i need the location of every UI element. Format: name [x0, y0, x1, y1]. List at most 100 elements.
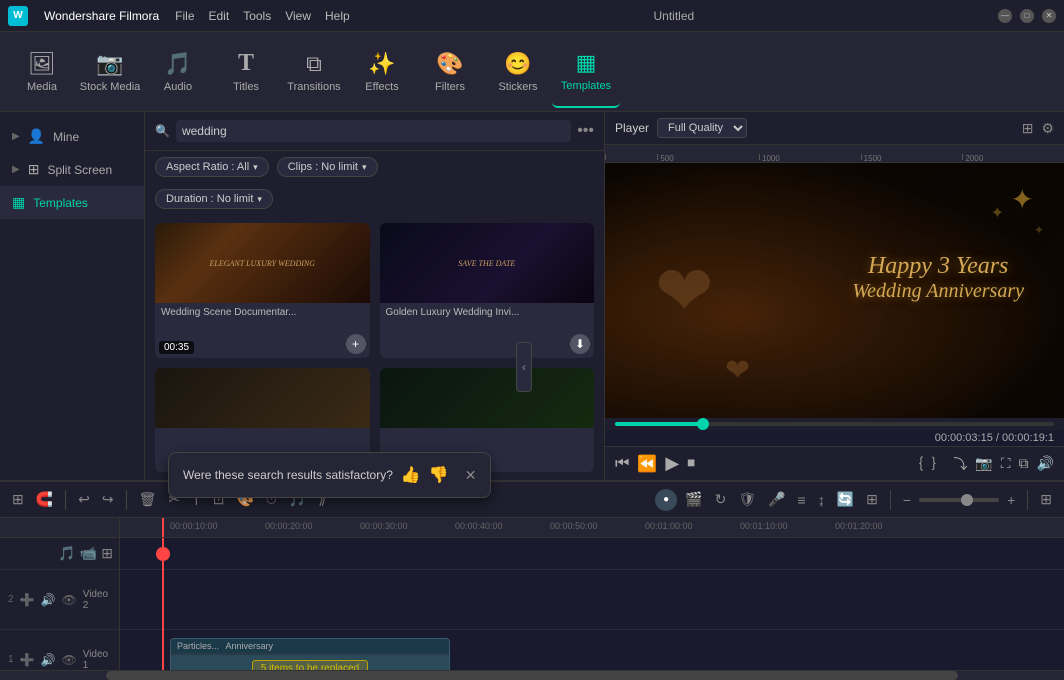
- tool-titles[interactable]: T Titles: [212, 36, 280, 108]
- tool-media[interactable]: 🖼 Media: [8, 36, 76, 108]
- add-track-more[interactable]: ⊞: [101, 545, 113, 562]
- menu-edit[interactable]: Edit: [209, 9, 230, 23]
- mark-in-button[interactable]: ｛: [909, 454, 923, 474]
- tool-effects[interactable]: ✨ Effects: [348, 36, 416, 108]
- progress-handle[interactable]: [697, 418, 709, 430]
- ruler-time-6: 00:01:00:00: [645, 521, 693, 531]
- tool-transitions[interactable]: ⧉ Transitions: [280, 36, 348, 108]
- timeline-btn-6[interactable]: ≡: [794, 490, 810, 510]
- duration-filter[interactable]: Duration : No limit ▾: [155, 189, 273, 209]
- volume-button[interactable]: 🔊: [1037, 454, 1054, 474]
- tool-audio[interactable]: 🎵 Audio: [144, 36, 212, 108]
- maximize-button[interactable]: □: [1020, 9, 1034, 23]
- timeline-scrollbar[interactable]: [0, 670, 1064, 680]
- sidebar-item-mine[interactable]: ▶ 👤 Mine: [0, 120, 144, 153]
- template-title-1: Wedding Scene Documentar...: [155, 303, 370, 322]
- timeline-btn-4[interactable]: 🛡: [734, 489, 760, 510]
- ruler-left: [0, 518, 120, 537]
- mark-out-button[interactable]: ｝: [931, 454, 945, 474]
- window-title: Untitled: [366, 9, 982, 23]
- search-input[interactable]: [176, 120, 571, 142]
- rewind-button[interactable]: ⏪: [637, 453, 657, 474]
- sidebar-item-templates[interactable]: ▦ Templates: [0, 186, 144, 219]
- play-button[interactable]: ▶: [665, 453, 679, 474]
- sidebar-item-split-label: Split Screen: [47, 163, 112, 177]
- tool-templates[interactable]: ▦ Templates: [552, 36, 620, 108]
- menu-file[interactable]: File: [175, 9, 194, 23]
- clips-filter[interactable]: Clips : No limit ▾: [277, 157, 378, 177]
- tracks-area: 🎵 📹 ⊞ 2 ➕ 🔊 👁 Video 2 1 ➕ 🔊 👁: [0, 538, 1064, 670]
- timeline: ⊞ 🧲 ↩ ↪ 🗑 ✂ T ⊡ 🎨 ⏱ 🎵 ⟫ ● 🎬 ↻ 🛡 🎤 ≡ ↨ 🔄 …: [0, 480, 1064, 680]
- pip-button[interactable]: ⧉: [1019, 454, 1029, 474]
- ruler-right: 00:00:10:00 00:00:20:00 00:00:30:00 00:0…: [120, 518, 1064, 537]
- tool-stickers[interactable]: 😊 Stickers: [484, 36, 552, 108]
- panel-collapse-button[interactable]: ‹: [516, 342, 532, 392]
- feedback-close-button[interactable]: ✕: [465, 467, 477, 484]
- step-back-button[interactable]: ⏮: [615, 453, 629, 474]
- template-card-1[interactable]: ELEGANT LUXURY WEDDING 00:35 + Wedding S…: [155, 223, 370, 358]
- quality-select[interactable]: Full Quality: [657, 118, 747, 138]
- delete-button[interactable]: 🗑: [135, 489, 161, 510]
- zoom-in-button[interactable]: +: [1003, 490, 1019, 510]
- timeline-magnet-button[interactable]: 🧲: [32, 489, 57, 510]
- track1-add[interactable]: ➕: [20, 653, 35, 667]
- track-header-row: [120, 538, 1064, 570]
- thumbup-button[interactable]: 👍: [401, 465, 421, 485]
- timeline-btn-3[interactable]: ↻: [711, 489, 731, 510]
- time-separator: /: [993, 432, 1002, 444]
- video-clip[interactable]: Particles... Anniversary 5 items to be r…: [170, 638, 450, 670]
- close-button[interactable]: ✕: [1042, 9, 1056, 23]
- progress-fill: [615, 422, 703, 426]
- add-audio-track[interactable]: 🎵: [58, 545, 75, 562]
- timeline-btn-5[interactable]: 🎤: [764, 489, 789, 510]
- zoom-slider[interactable]: [919, 498, 999, 502]
- menu-view[interactable]: View: [285, 9, 311, 23]
- aspect-ratio-label: Aspect Ratio : All: [166, 161, 249, 173]
- scrollbar-thumb[interactable]: [106, 671, 957, 680]
- timeline-ruler: 00:00:10:00 00:00:20:00 00:00:30:00 00:0…: [0, 518, 1064, 538]
- current-time: 00:00:03:15: [935, 432, 993, 444]
- grid-layout-button[interactable]: ⊞: [1036, 489, 1056, 510]
- add-video-track[interactable]: 📹: [80, 545, 97, 562]
- menu-tools[interactable]: Tools: [243, 9, 271, 23]
- track1-mute[interactable]: 🔊: [41, 653, 56, 667]
- zoom-out-button[interactable]: −: [899, 490, 915, 510]
- progress-bar[interactable]: [615, 422, 1054, 426]
- timeline-btn-1[interactable]: ●: [655, 489, 677, 511]
- mine-icon: 👤: [28, 128, 45, 145]
- tool-filters[interactable]: 🎨 Filters: [416, 36, 484, 108]
- fullscreen-button[interactable]: ⛶: [1001, 454, 1011, 474]
- template-dl-2[interactable]: ⬇: [570, 334, 590, 354]
- snapshot-button[interactable]: 📷: [975, 454, 992, 474]
- sidebar-item-split-screen[interactable]: ▶ ⊞ Split Screen: [0, 153, 144, 186]
- timeline-btn-9[interactable]: ⊞: [862, 489, 882, 510]
- timeline-btn-8[interactable]: 🔄: [833, 489, 858, 510]
- toolbar-divider-2: [126, 490, 127, 510]
- ruler-time-2: 00:00:20:00: [265, 521, 313, 531]
- stop-button[interactable]: ⏹: [687, 453, 695, 474]
- thumbdown-button[interactable]: 👎: [429, 465, 449, 485]
- more-options-icon[interactable]: •••: [577, 122, 594, 140]
- timeline-btn-7[interactable]: ↨: [814, 490, 829, 510]
- track2-add[interactable]: ➕: [20, 593, 35, 607]
- player-settings-icon[interactable]: ⚙: [1041, 120, 1054, 137]
- menu-help[interactable]: Help: [325, 9, 350, 23]
- track2-eye[interactable]: 👁: [61, 593, 76, 607]
- zoom-thumb[interactable]: [961, 494, 973, 506]
- minimize-button[interactable]: —: [998, 9, 1012, 23]
- insert-button[interactable]: ⤵: [953, 454, 967, 474]
- timeline-btn-2[interactable]: 🎬: [681, 489, 706, 510]
- timeline-scene-button[interactable]: ⊞: [8, 489, 28, 510]
- ruler-time-1: 00:00:10:00: [170, 521, 218, 531]
- tool-stock-media[interactable]: 📷 Stock Media: [76, 36, 144, 108]
- track2-mute[interactable]: 🔊: [41, 593, 56, 607]
- track1-eye[interactable]: 👁: [61, 653, 76, 667]
- aspect-ratio-filter[interactable]: Aspect Ratio : All ▾: [155, 157, 269, 177]
- track-label-1-text: Video 1: [83, 649, 111, 671]
- redo-button[interactable]: ↪: [98, 489, 118, 510]
- template-card-2[interactable]: SAVE THE DATE ⬇ Golden Luxury Wedding In…: [380, 223, 595, 358]
- undo-button[interactable]: ↩: [74, 489, 94, 510]
- grid-view-icon[interactable]: ⊞: [1022, 120, 1034, 137]
- transitions-icon: ⧉: [306, 51, 322, 77]
- template-add-1[interactable]: +: [346, 334, 366, 354]
